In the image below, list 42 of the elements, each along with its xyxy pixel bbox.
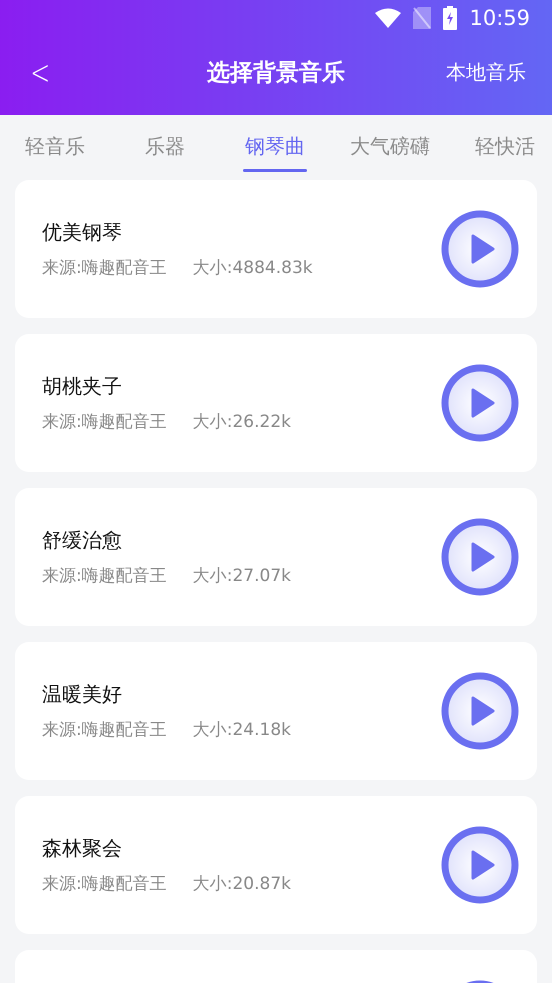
track-source: 来源:嗨趣配音王 [42, 873, 167, 895]
page-title: 选择背景音乐 [207, 60, 345, 86]
local-music-button[interactable]: 本地音乐 [446, 59, 526, 86]
track-source: 来源:嗨趣配音王 [42, 719, 167, 741]
play-button[interactable] [441, 210, 519, 288]
no-sim-icon [413, 7, 432, 29]
battery-icon [443, 6, 458, 30]
track-card[interactable]: 胡桃夹子 来源:嗨趣配音王 大小:26.22k [15, 334, 537, 472]
track-card[interactable]: 舒缓治愈 来源:嗨趣配音王 大小:27.07k [15, 488, 537, 626]
track-size: 大小:24.18k [192, 719, 291, 741]
wifi-icon [375, 8, 402, 28]
play-icon [441, 826, 519, 904]
track-title: 温暖美好 [42, 681, 123, 708]
track-card[interactable]: 温暖美好 来源:嗨趣配音王 大小:24.18k [15, 642, 537, 780]
clock: 10:59 [469, 6, 530, 30]
track-source: 来源:嗨趣配音王 [42, 565, 167, 587]
track-size: 大小:4884.83k [192, 257, 313, 279]
play-icon [441, 518, 519, 596]
track-size: 大小:26.22k [192, 411, 291, 433]
track-source: 来源:嗨趣配音王 [42, 257, 167, 279]
play-button[interactable] [441, 826, 519, 904]
play-icon [441, 210, 519, 288]
play-button[interactable] [441, 364, 519, 442]
track-size: 大小:20.87k [192, 873, 291, 895]
track-title: 优美钢琴 [42, 219, 123, 246]
track-title: 舒缓治愈 [42, 527, 123, 554]
category-tab[interactable]: 轻音乐 [0, 115, 110, 178]
track-title: 森林聚会 [42, 835, 123, 862]
category-tab[interactable]: 乐器 [110, 115, 220, 178]
track-title: 胡桃夹子 [42, 373, 123, 400]
category-tab[interactable]: 钢琴曲 [220, 115, 330, 178]
play-icon [441, 672, 519, 750]
track-source: 来源:嗨趣配音王 [42, 411, 167, 433]
back-button[interactable]: < [30, 52, 50, 92]
track-card[interactable]: 优美钢琴 来源:嗨趣配音王 大小:4884.83k [15, 180, 537, 318]
track-card[interactable]: 森林聚会 来源:嗨趣配音王 大小:20.87k [15, 796, 537, 934]
category-tab[interactable]: 轻快活 [450, 115, 552, 178]
track-size: 大小:27.07k [192, 565, 291, 587]
category-tab[interactable]: 大气磅礴 [330, 115, 450, 178]
play-button[interactable] [441, 672, 519, 750]
play-icon [441, 364, 519, 442]
play-button[interactable] [441, 518, 519, 596]
